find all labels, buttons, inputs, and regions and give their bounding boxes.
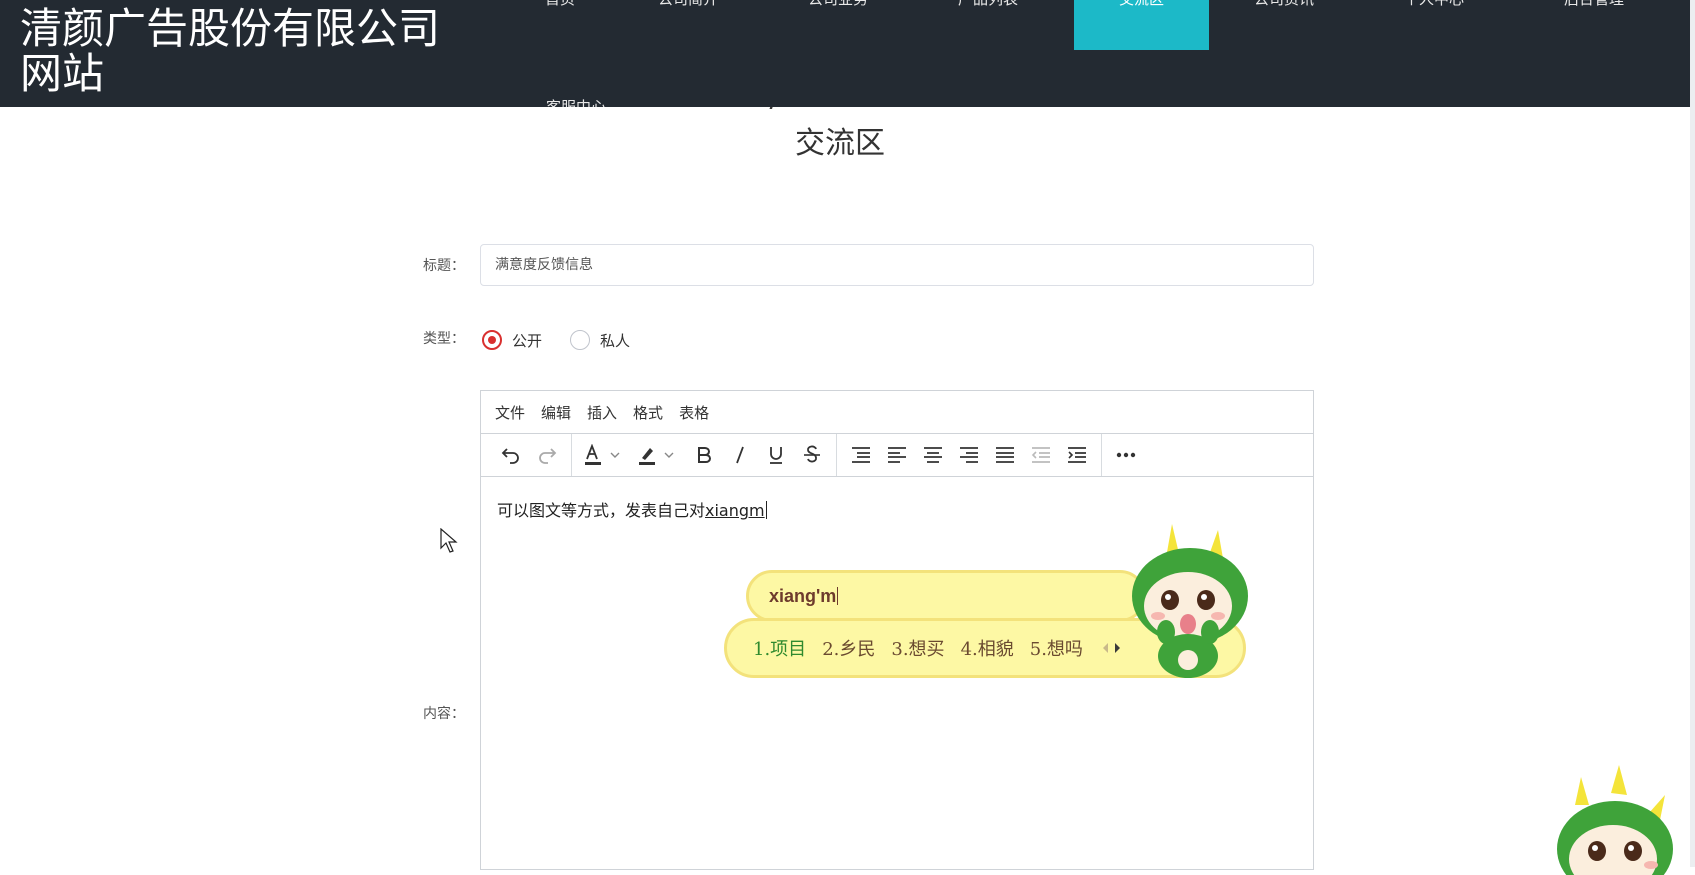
strikethrough-icon[interactable] (794, 439, 830, 471)
indent-icon[interactable] (1059, 439, 1095, 471)
nav-item-forum[interactable]: 交流区 (1074, 0, 1209, 50)
nav-item-profile[interactable]: 个人中心 (1374, 0, 1494, 50)
nav-item-products[interactable]: 产品列表 (928, 0, 1048, 50)
line-height-icon[interactable] (843, 439, 879, 471)
editor-composing-text: xiangm (705, 501, 765, 520)
align-center-icon[interactable] (915, 439, 951, 471)
nav-item-home[interactable]: 首页 (520, 0, 600, 50)
menu-edit[interactable]: 编辑 (541, 402, 571, 423)
ime-candidate-window: xiang'm 1.项目 2.乡民 3.想买 4.相貌 5.想吗 (722, 520, 1252, 680)
undo-icon[interactable] (493, 439, 529, 471)
editor-toolbar (481, 434, 1313, 477)
nav-item-business[interactable]: 公司业务 (778, 0, 898, 50)
title-label: 标题： (423, 258, 465, 274)
outdent-icon[interactable] (1023, 439, 1059, 471)
ime-candidate-4[interactable]: 4.相貌 (961, 635, 1014, 661)
highlight-color-icon[interactable] (632, 439, 686, 471)
nav-item-news[interactable]: 公司资讯 (1224, 0, 1344, 50)
ime-candidate-3[interactable]: 3.想买 (891, 635, 944, 661)
editor-text: 可以图文等方式，发表自己对 (497, 501, 706, 520)
ime-candidate-5[interactable]: 5.想吗 (1030, 635, 1083, 661)
align-left-icon[interactable] (879, 439, 915, 471)
more-icon[interactable] (1108, 439, 1144, 471)
ime-page-arrows[interactable] (1101, 641, 1123, 655)
underline-icon[interactable] (758, 439, 794, 471)
mascot-icon (1557, 765, 1673, 875)
ime-mascot-icon (1132, 524, 1248, 678)
ime-candidate-1[interactable]: 1.项目 (753, 635, 806, 661)
editor-menubar: 文件 编辑 插入 格式 表格 (481, 391, 1313, 434)
redo-icon[interactable] (529, 439, 565, 471)
nav-item-service[interactable]: 客服中心 (536, 94, 616, 107)
radio-private[interactable]: 私人 (570, 326, 630, 354)
radio-private-label: 私人 (600, 331, 631, 350)
ime-pinyin-text: xiang'm (769, 586, 837, 606)
radio-public-label: 公开 (512, 331, 543, 350)
nav-item-about[interactable]: 公司简介 (628, 0, 748, 50)
radio-public-icon[interactable] (482, 330, 502, 350)
radio-public[interactable]: 公开 (482, 326, 542, 354)
italic-icon[interactable] (722, 439, 758, 471)
ime-caret (837, 587, 839, 605)
page-title: 交流区 (795, 126, 885, 161)
content-label: 内容： (423, 706, 465, 722)
nav-item-admin[interactable]: 后台管理 (1524, 0, 1664, 50)
bold-icon[interactable] (686, 439, 722, 471)
align-right-icon[interactable] (951, 439, 987, 471)
font-color-icon[interactable] (578, 439, 632, 471)
ime-pinyin-input: xiang'm (746, 570, 1146, 622)
menu-file[interactable]: 文件 (495, 402, 525, 423)
text-caret (765, 501, 767, 519)
menu-format[interactable]: 格式 (633, 402, 663, 423)
title-input[interactable]: 满意度反馈信息 (480, 244, 1314, 286)
menu-table[interactable]: 表格 (679, 402, 709, 423)
site-title: 清颜广告股份有限公司网站 (20, 4, 441, 98)
site-header: 清颜广告股份有限公司网站 首页 公司简介 公司业务 产品列表 交流区 公司资讯 … (0, 0, 1690, 107)
align-justify-icon[interactable] (987, 439, 1023, 471)
scrollbar-gutter (1690, 0, 1695, 867)
mouse-pointer-icon (440, 528, 458, 553)
type-label: 类型： (423, 331, 465, 347)
radio-private-icon[interactable] (570, 330, 590, 350)
ime-candidate-2[interactable]: 2.乡民 (822, 635, 875, 661)
menu-insert[interactable]: 插入 (587, 402, 617, 423)
